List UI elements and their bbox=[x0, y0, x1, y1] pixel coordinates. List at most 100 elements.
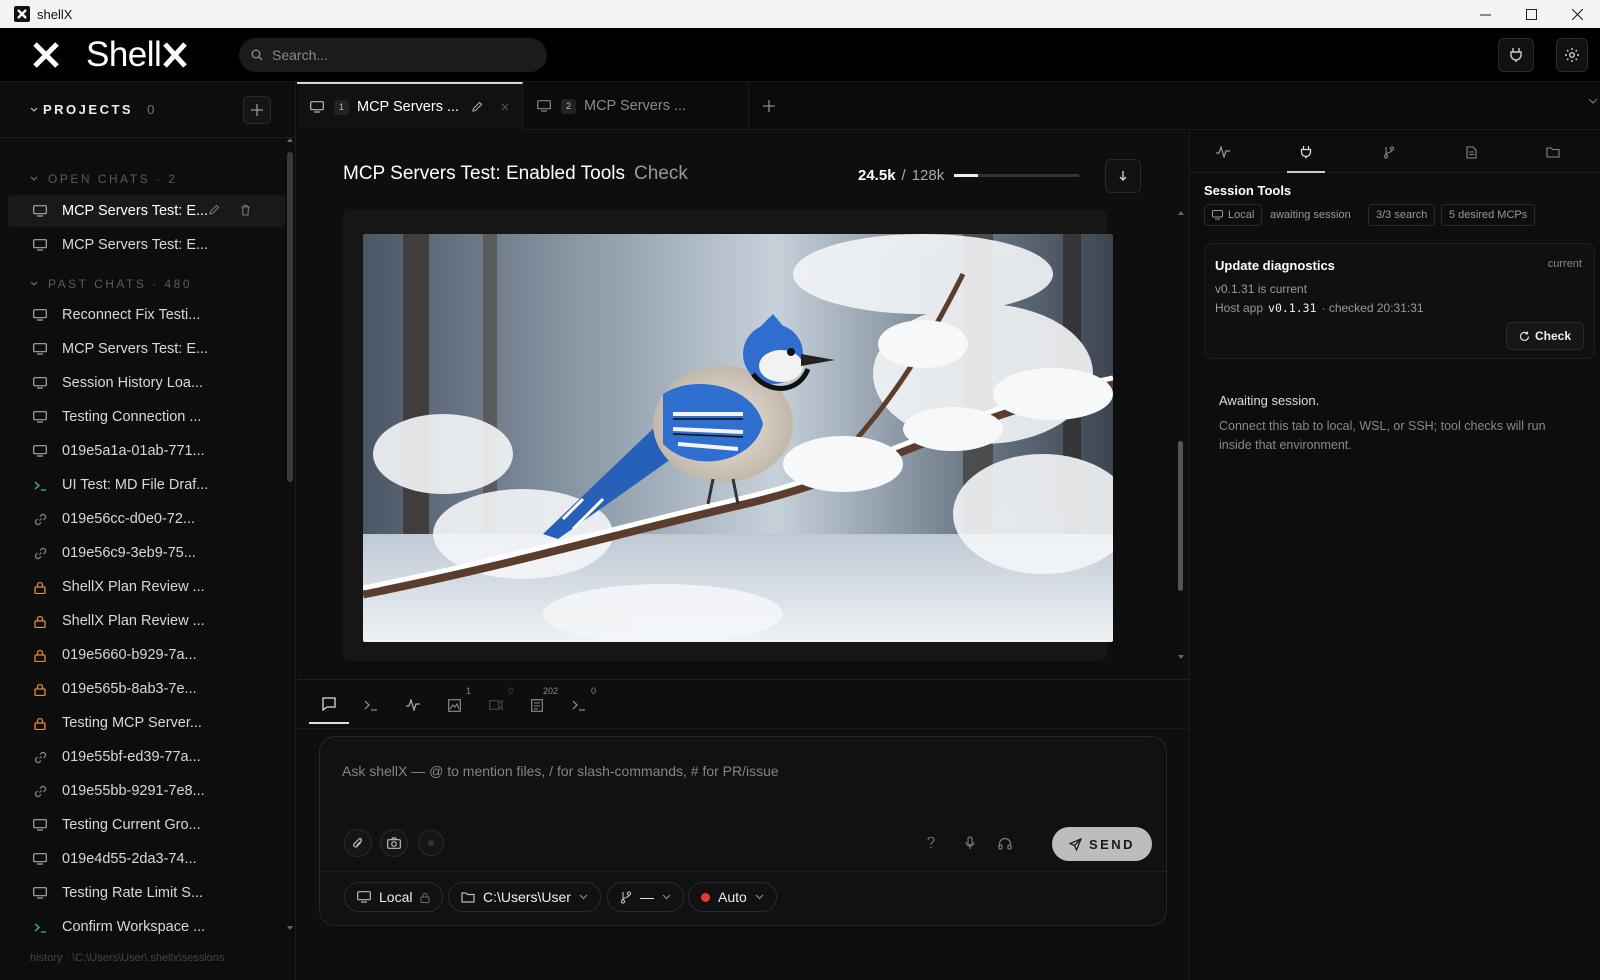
tab-number: 1 bbox=[334, 99, 349, 115]
chip-search: 3/3 search bbox=[1368, 204, 1436, 226]
tab-activity[interactable] bbox=[1208, 137, 1238, 167]
camera-icon bbox=[387, 837, 401, 849]
chat-item[interactable]: Confirm Workspace ... bbox=[8, 911, 285, 943]
tab-2[interactable]: 2 MCP Servers ... bbox=[523, 82, 749, 130]
pencil-icon[interactable] bbox=[471, 101, 483, 113]
attach-button[interactable] bbox=[344, 829, 372, 857]
chat-item[interactable]: Testing Current Gro... bbox=[8, 809, 285, 841]
sidebar-scrollbar[interactable] bbox=[286, 136, 294, 932]
directory-selector[interactable]: C:\Users\User bbox=[448, 882, 601, 912]
tab-git[interactable] bbox=[1374, 137, 1404, 167]
chevron-down-icon bbox=[662, 894, 671, 900]
chat-item[interactable]: 019e5660-b929-7a... bbox=[8, 639, 285, 671]
plug-icon bbox=[1509, 47, 1523, 63]
monitor-icon bbox=[32, 237, 48, 253]
git-branch-icon bbox=[620, 890, 632, 904]
x-logo-icon bbox=[32, 41, 60, 69]
chat-item-title: 019e5a1a-01ab-771... bbox=[62, 443, 205, 459]
chip-mcps: 5 desired MCPs bbox=[1441, 204, 1536, 226]
chat-item[interactable]: UI Test: MD File Draf... bbox=[8, 469, 285, 501]
send-button[interactable]: SEND bbox=[1052, 827, 1152, 861]
message-card bbox=[343, 209, 1113, 661]
chat-item[interactable]: MCP Servers Test: E... bbox=[8, 229, 285, 261]
app-icon bbox=[14, 6, 30, 22]
voice-chat-button[interactable] bbox=[991, 829, 1019, 857]
chat-item[interactable]: 019e4d55-2da3-74... bbox=[8, 843, 285, 875]
check-update-button[interactable]: Check bbox=[1506, 322, 1584, 350]
chat-item[interactable]: 019e55bb-9291-7e8... bbox=[8, 775, 285, 807]
chevron-down-icon[interactable] bbox=[1588, 98, 1598, 104]
tab-files[interactable] bbox=[1456, 137, 1486, 167]
chat-item[interactable]: MCP Servers Test: E... bbox=[8, 333, 285, 365]
tokens-used: 24.5k bbox=[858, 167, 896, 184]
pencil-icon[interactable] bbox=[208, 204, 220, 216]
terminal-mode-button[interactable] bbox=[351, 686, 391, 724]
chat-mode-button[interactable] bbox=[309, 686, 349, 724]
minimize-icon[interactable] bbox=[1462, 0, 1508, 28]
projects-label: PROJECTS bbox=[43, 102, 134, 117]
chevron-down-icon[interactable] bbox=[30, 107, 38, 113]
search-box[interactable] bbox=[239, 38, 547, 72]
bluejay-image[interactable] bbox=[363, 234, 1113, 642]
mode-selector[interactable]: Auto bbox=[688, 882, 777, 912]
chat-item[interactable]: ShellX Plan Review ... bbox=[8, 605, 285, 637]
plug-icon bbox=[1300, 145, 1312, 159]
maximize-icon[interactable] bbox=[1508, 0, 1554, 28]
activity-button[interactable] bbox=[393, 686, 433, 724]
files-button[interactable]: 202 bbox=[517, 686, 558, 724]
chat-item[interactable]: 019e565b-8ab3-7e... bbox=[8, 673, 285, 705]
chat-item[interactable]: ShellX Plan Review ... bbox=[8, 571, 285, 603]
chat-item[interactable]: Testing Rate Limit S... bbox=[8, 877, 285, 909]
settings-button[interactable] bbox=[1556, 38, 1588, 72]
video-attachments-button[interactable]: 0 bbox=[476, 686, 516, 724]
microphone-icon bbox=[965, 836, 975, 850]
microphone-button[interactable] bbox=[956, 829, 984, 857]
scrollbar-thumb[interactable] bbox=[287, 152, 293, 482]
chat-item[interactable]: 019e56cc-d0e0-72... bbox=[8, 503, 285, 535]
screenshot-button[interactable] bbox=[380, 829, 408, 857]
folder-icon bbox=[461, 891, 475, 903]
chat-item[interactable]: 019e5a1a-01ab-771... bbox=[8, 435, 285, 467]
chat-title: MCP Servers Test: Enabled Tools bbox=[343, 163, 625, 184]
link-icon bbox=[32, 783, 48, 799]
record-button[interactable] bbox=[418, 830, 444, 856]
terminal-sessions-button[interactable]: 0 bbox=[559, 686, 599, 724]
close-tab-icon[interactable] bbox=[501, 103, 509, 111]
open-chats-header[interactable]: OPEN CHATS · 2 bbox=[0, 164, 285, 194]
chat-item[interactable]: Session History Loa... bbox=[8, 367, 285, 399]
chip-label: Local bbox=[1228, 209, 1255, 221]
search-input[interactable] bbox=[272, 47, 532, 63]
close-icon[interactable] bbox=[1554, 0, 1600, 28]
image-icon bbox=[447, 698, 461, 712]
past-chats-header[interactable]: PAST CHATS · 480 bbox=[0, 269, 285, 299]
chat-item[interactable]: Testing MCP Server... bbox=[8, 707, 285, 739]
new-tab-button[interactable] bbox=[759, 96, 779, 116]
connection-button[interactable] bbox=[1498, 38, 1534, 72]
branch-selector[interactable]: — bbox=[607, 882, 684, 912]
lock-icon bbox=[32, 647, 48, 663]
image-attachments-button[interactable]: 1 bbox=[434, 686, 474, 724]
folder-icon bbox=[1546, 146, 1560, 158]
export-button[interactable] bbox=[1105, 159, 1141, 193]
tab-1[interactable]: 1 MCP Servers ... bbox=[297, 82, 523, 130]
chat-item[interactable]: Reconnect Fix Testi... bbox=[8, 299, 285, 331]
tokens-separator: / bbox=[901, 167, 906, 184]
help-button[interactable] bbox=[917, 829, 945, 857]
chat-item[interactable]: 019e56c9-3eb9-75... bbox=[8, 537, 285, 569]
trash-icon[interactable] bbox=[240, 204, 251, 216]
prompt-input[interactable] bbox=[342, 763, 1142, 779]
tab-session-tools[interactable] bbox=[1287, 137, 1325, 173]
add-project-button[interactable] bbox=[243, 96, 271, 124]
git-branch-icon bbox=[1383, 145, 1395, 159]
tab-folder[interactable] bbox=[1538, 137, 1568, 167]
chat-scrollbar[interactable] bbox=[1177, 209, 1185, 661]
app-header: Shell bbox=[0, 28, 1600, 82]
tab-number: 2 bbox=[561, 98, 576, 114]
chat-item[interactable]: MCP Servers Test: E... bbox=[8, 195, 285, 227]
chat-item-title: 019e56c9-3eb9-75... bbox=[62, 545, 196, 561]
chat-item[interactable]: 019e55bf-ed39-77a... bbox=[8, 741, 285, 773]
environment-selector[interactable]: Local bbox=[344, 882, 444, 912]
scrollbar-thumb[interactable] bbox=[1178, 441, 1183, 591]
chip-label: 5 desired MCPs bbox=[1449, 209, 1528, 221]
chat-item[interactable]: Testing Connection ... bbox=[8, 401, 285, 433]
